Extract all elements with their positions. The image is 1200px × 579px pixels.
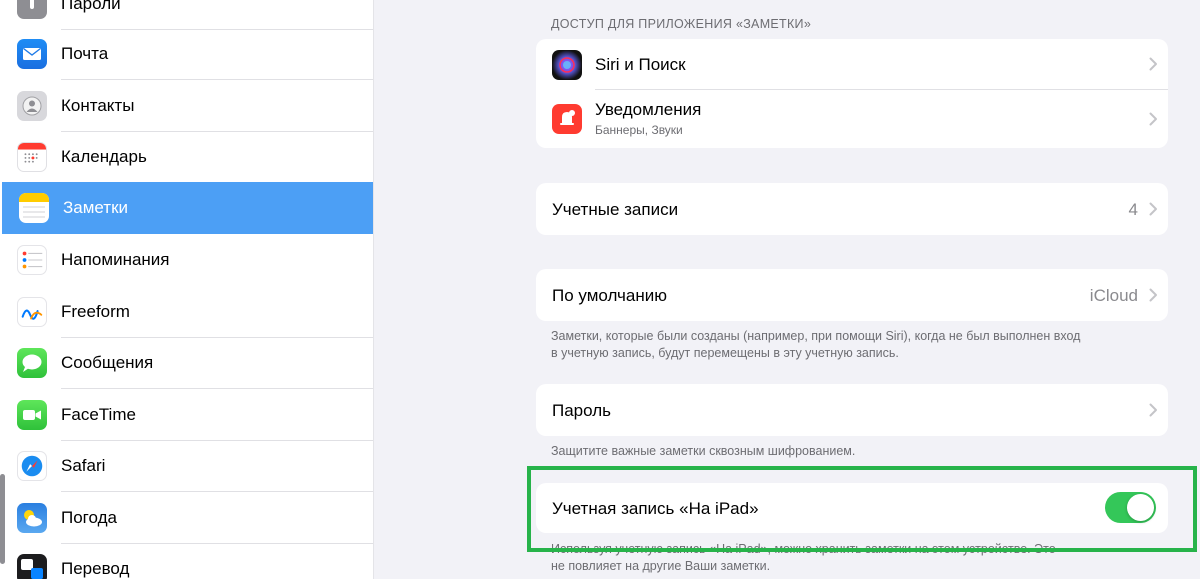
siri-search-row[interactable]: Siri и Поиск	[536, 39, 1168, 89]
sidebar: Пароли Почта Контакты Календарь Заметки	[0, 0, 374, 579]
sidebar-item-label: Пароли	[61, 0, 121, 13]
sidebar-item-contacts[interactable]: Контакты	[0, 80, 373, 132]
chevron-right-icon	[1149, 288, 1157, 302]
sidebar-item-label: Сообщения	[61, 353, 154, 372]
notifications-label: Уведомления	[595, 100, 702, 119]
sidebar-item-label: Напоминания	[61, 250, 170, 269]
default-account-footer: Заметки, которые были созданы (например,…	[551, 328, 1151, 362]
sidebar-item-passwords[interactable]: Пароли	[0, 0, 373, 30]
chevron-right-icon	[1149, 57, 1157, 71]
default-account-footer-line1: Заметки, которые были созданы (например,…	[551, 329, 1081, 343]
sidebar-item-label: Календарь	[61, 147, 147, 166]
password-footer: Защитите важные заметки сквозным шифрова…	[551, 444, 856, 458]
sidebar-scrollbar[interactable]	[0, 474, 5, 564]
calendar-icon	[17, 142, 47, 172]
translate-icon	[17, 554, 47, 579]
sidebar-item-facetime[interactable]: FaceTime	[0, 389, 373, 441]
safari-icon	[17, 451, 47, 481]
facetime-icon	[17, 400, 47, 430]
sidebar-item-weather[interactable]: Погода	[0, 492, 373, 544]
access-section-header: ДОСТУП ДЛЯ ПРИЛОЖЕНИЯ «ЗАМЕТКИ»	[551, 17, 812, 31]
sidebar-item-label: Заметки	[63, 198, 129, 217]
default-account-value: iCloud	[1089, 286, 1138, 305]
default-account-footer-line2: в учетную запись, будут перемещены в эту…	[551, 346, 899, 360]
accounts-group: Учетные записи 4	[536, 183, 1168, 235]
messages-icon	[17, 348, 47, 378]
sidebar-item-notes[interactable]: Заметки	[2, 182, 373, 234]
notifications-icon	[552, 104, 582, 134]
sidebar-item-calendar[interactable]: Календарь	[0, 131, 373, 183]
sidebar-item-mail[interactable]: Почта	[0, 28, 373, 80]
default-account-label: По умолчанию	[552, 286, 667, 305]
notes-icon	[19, 193, 49, 223]
notifications-row[interactable]: Уведомления Баннеры, Звуки	[536, 90, 1168, 148]
sidebar-item-label: Перевод	[61, 559, 130, 578]
sidebar-item-label: FaceTime	[61, 405, 136, 424]
sidebar-item-label: Контакты	[61, 96, 135, 115]
chevron-right-icon	[1149, 112, 1157, 126]
chevron-right-icon	[1149, 403, 1157, 417]
mail-icon	[17, 39, 47, 69]
accounts-count: 4	[1128, 200, 1138, 219]
accounts-row[interactable]: Учетные записи 4	[536, 183, 1168, 235]
default-account-row[interactable]: По умолчанию iCloud	[536, 269, 1168, 321]
sidebar-item-reminders[interactable]: Напоминания	[0, 234, 373, 286]
weather-icon	[17, 503, 47, 533]
siri-search-label: Siri и Поиск	[595, 55, 686, 74]
on-ipad-footer-line2: не повлияет на другие Ваши заметки.	[551, 559, 771, 573]
sidebar-item-label: Freeform	[61, 302, 130, 321]
freeform-icon	[17, 297, 47, 327]
siri-icon	[552, 50, 582, 80]
notifications-subtitle: Баннеры, Звуки	[595, 123, 683, 137]
password-row[interactable]: Пароль	[536, 384, 1168, 436]
sidebar-item-label: Почта	[61, 44, 109, 63]
sidebar-item-translate[interactable]: Перевод	[0, 543, 373, 579]
reminders-icon	[17, 245, 47, 275]
password-group: Пароль	[536, 384, 1168, 436]
accounts-label: Учетные записи	[552, 200, 679, 219]
chevron-right-icon	[1149, 202, 1157, 216]
sidebar-item-safari[interactable]: Safari	[0, 440, 373, 492]
sidebar-item-freeform[interactable]: Freeform	[0, 286, 373, 338]
sidebar-item-label: Safari	[61, 456, 106, 475]
sidebar-item-messages[interactable]: Сообщения	[0, 337, 373, 389]
password-label: Пароль	[552, 401, 611, 420]
key-icon	[17, 0, 47, 19]
access-group: Siri и Поиск Уведомления Баннеры, Звуки	[536, 39, 1168, 148]
default-account-group: По умолчанию iCloud	[536, 269, 1168, 321]
highlight-frame	[527, 466, 1197, 552]
contacts-icon	[17, 91, 47, 121]
sidebar-item-label: Погода	[61, 508, 117, 527]
